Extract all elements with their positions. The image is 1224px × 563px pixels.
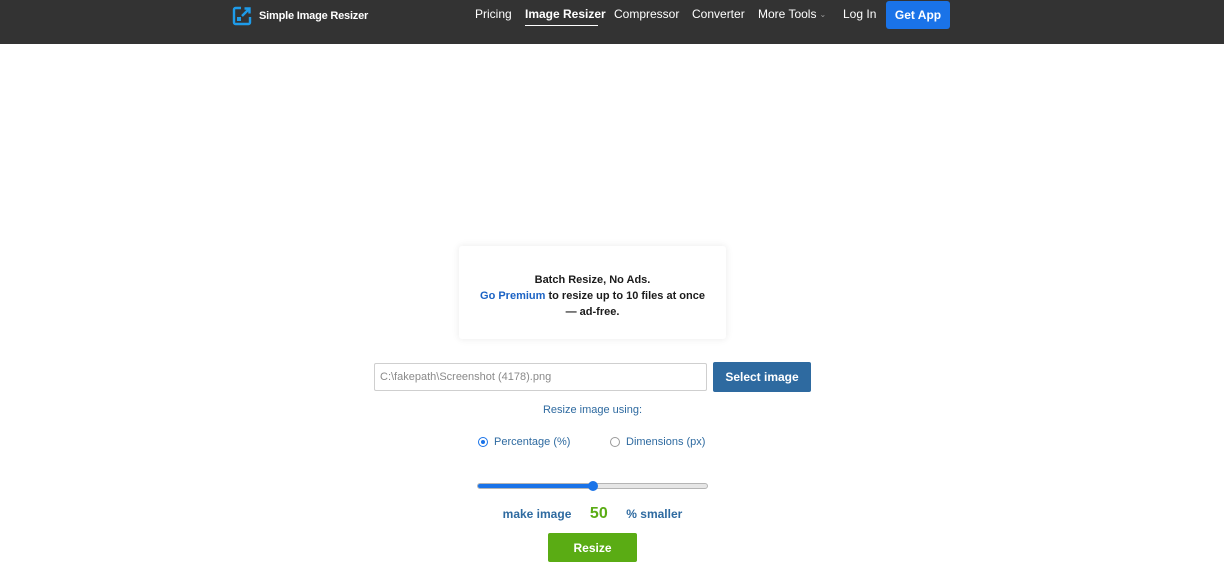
promo-body-text: to resize up to 10 files at once — [545, 290, 705, 302]
promo-body-suffix: — ad-free. — [565, 306, 620, 318]
promo-body: Go Premium to resize up to 10 files at o… — [459, 288, 726, 304]
get-app-button[interactable]: Get App — [886, 1, 950, 29]
nav-link-pricing[interactable]: Pricing — [475, 7, 512, 21]
more-tools-label: More Tools — [758, 7, 817, 21]
premium-promo-card: Batch Resize, No Ads. Go Premium to resi… — [459, 246, 726, 339]
go-premium-link[interactable]: Go Premium — [480, 290, 545, 302]
make-smaller-row: make image 50 % smaller — [0, 505, 1185, 523]
chevron-down-icon: ⌄ — [819, 10, 827, 19]
file-path-input[interactable] — [374, 363, 707, 391]
brand-name: Simple Image Resizer — [259, 10, 369, 22]
nav-link-image-resizer[interactable]: Image Resizer — [525, 7, 606, 21]
percent-smaller-label: % smaller — [626, 507, 683, 521]
resize-method-label: Resize image using: — [542, 404, 643, 416]
brand-logo-link[interactable]: Simple Image Resizer — [232, 6, 368, 26]
percentage-value[interactable]: 50 — [577, 505, 621, 523]
nav-link-converter[interactable]: Converter — [692, 7, 745, 21]
radio-dimensions[interactable]: Dimensions (px) — [610, 436, 705, 448]
resize-arrow-icon — [232, 6, 252, 26]
select-image-button[interactable]: Select image — [713, 362, 811, 392]
percentage-slider-fill — [478, 484, 593, 488]
nav-link-more-tools[interactable]: More Tools ⌄ — [758, 7, 826, 22]
nav-link-log-in[interactable]: Log In — [843, 7, 876, 21]
radio-dimensions-label: Dimensions (px) — [626, 436, 706, 448]
promo-headline: Batch Resize, No Ads. — [534, 274, 651, 286]
top-navbar: Simple Image Resizer Pricing Image Resiz… — [0, 0, 1224, 44]
radio-percentage-indicator[interactable] — [478, 437, 488, 447]
make-image-label: make image — [502, 507, 572, 521]
active-nav-underline — [525, 25, 598, 26]
percentage-slider-thumb[interactable] — [587, 481, 598, 491]
radio-dimensions-indicator[interactable] — [610, 437, 620, 447]
radio-percentage-label: Percentage (%) — [494, 436, 571, 448]
radio-percentage[interactable]: Percentage (%) — [478, 436, 570, 448]
nav-link-compressor[interactable]: Compressor — [614, 7, 679, 21]
resize-button[interactable]: Resize — [548, 533, 637, 562]
